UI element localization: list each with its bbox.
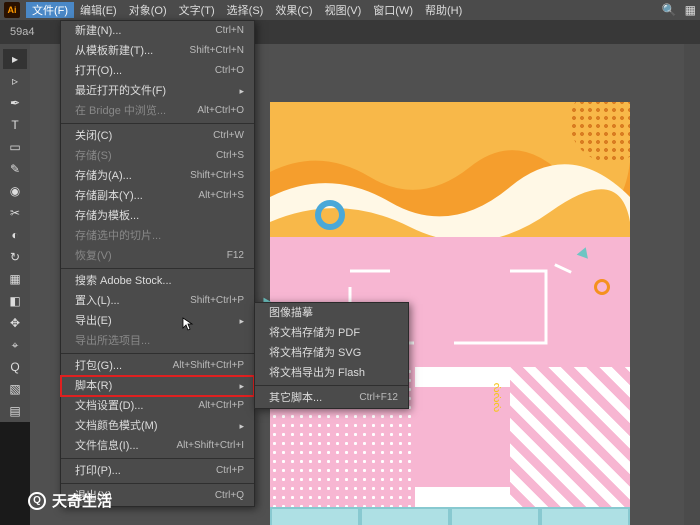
app-logo: Ai	[4, 2, 20, 18]
menu-item[interactable]: 文档颜色模式(M)▸	[61, 416, 254, 436]
tool-14[interactable]: Q	[3, 357, 27, 377]
menu-item[interactable]: 置入(L)...Shift+Ctrl+P	[61, 291, 254, 311]
menu-item[interactable]: 打开(O)...Ctrl+O	[61, 61, 254, 81]
menu-对象[interactable]: 对象(O)	[123, 2, 173, 18]
submenu-item[interactable]: 图像描摹	[255, 303, 408, 323]
tool-10[interactable]: ▦	[3, 269, 27, 289]
artwork-section-1	[270, 102, 630, 237]
menu-item[interactable]: 最近打开的文件(F)▸	[61, 81, 254, 101]
tool-15[interactable]: ▧	[3, 379, 27, 399]
line-shape	[554, 263, 572, 273]
tool-4[interactable]: ▭	[3, 137, 27, 157]
scripts-submenu: 图像描摹将文档存储为 PDF将文档存储为 SVG将文档导出为 Flash 其它脚本…	[254, 302, 409, 409]
menu-item: 存储选中的切片...	[61, 226, 254, 246]
menu-item[interactable]: 新建(N)...Ctrl+N	[61, 21, 254, 41]
tool-1[interactable]: ▹	[3, 71, 27, 91]
menu-item: 存储(S)Ctrl+S	[61, 146, 254, 166]
menubar: Ai 文件(F)编辑(E)对象(O)文字(T)选择(S)效果(C)视图(V)窗口…	[0, 0, 700, 20]
ring-shape	[315, 200, 345, 230]
right-panel-strip	[684, 44, 700, 525]
app-frame: Ai 文件(F)编辑(E)对象(O)文字(T)选择(S)效果(C)视图(V)窗口…	[0, 0, 700, 525]
tool-5[interactable]: ✎	[3, 159, 27, 179]
menu-item[interactable]: 关闭(C)Ctrl+W	[61, 126, 254, 146]
artwork-section-4	[270, 507, 630, 525]
tool-12[interactable]: ✥	[3, 313, 27, 333]
triangle-icon	[577, 245, 592, 259]
layout-icon[interactable]: ▦	[685, 3, 696, 17]
cursor-icon	[182, 317, 196, 336]
menu-item[interactable]: 存储副本(Y)...Alt+Ctrl+S	[61, 186, 254, 206]
watermark-text: 天奇生活	[52, 490, 112, 511]
tools-panel: ▸▹✒T▭✎◉✂◐↻▦◧✥⌖Q▧▤	[0, 44, 30, 422]
stripe-background	[510, 367, 630, 507]
zigzag-decoration: ᔔᔔᔔ	[491, 383, 504, 412]
menu-item[interactable]: 文档设置(D)...Alt+Ctrl+P	[61, 396, 254, 416]
tool-0[interactable]: ▸	[3, 49, 27, 69]
tool-2[interactable]: ✒	[3, 93, 27, 113]
tool-9[interactable]: ↻	[3, 247, 27, 267]
menu-item: 恢复(V)F12	[61, 246, 254, 266]
menu-item[interactable]: 从模板新建(T)...Shift+Ctrl+N	[61, 41, 254, 61]
menu-item[interactable]: 打印(P)...Ctrl+P	[61, 461, 254, 481]
watermark-icon: Q	[28, 492, 46, 510]
circle-icon	[594, 279, 610, 295]
chevron-right-icon: ▸	[239, 84, 244, 98]
menu-item[interactable]: 打包(G)...Alt+Shift+Ctrl+P	[61, 356, 254, 376]
chevron-right-icon: ▸	[239, 419, 244, 433]
tool-7[interactable]: ✂	[3, 203, 27, 223]
chevron-right-icon: ▸	[239, 314, 244, 328]
menu-效果[interactable]: 效果(C)	[269, 2, 318, 18]
menubar-right-icons: 🔍 ▦	[662, 3, 696, 17]
menu-文件[interactable]: 文件(F)	[26, 2, 74, 18]
tool-16[interactable]: ▤	[3, 401, 27, 421]
menu-item[interactable]: 搜索 Adobe Stock...	[61, 271, 254, 291]
menu-item[interactable]: 导出(E)▸	[61, 311, 254, 331]
tool-3[interactable]: T	[3, 115, 27, 135]
menu-item[interactable]: 存储为(A)...Shift+Ctrl+S	[61, 166, 254, 186]
tool-11[interactable]: ◧	[3, 291, 27, 311]
menu-编辑[interactable]: 编辑(E)	[74, 2, 123, 18]
submenu-item[interactable]: 将文档存储为 PDF	[255, 323, 408, 343]
menu-视图[interactable]: 视图(V)	[319, 2, 368, 18]
menu-item[interactable]: 脚本(R)▸	[61, 376, 254, 396]
menu-窗口[interactable]: 窗口(W)	[367, 2, 419, 18]
document-tab[interactable]: 59a4	[10, 26, 34, 38]
tool-13[interactable]: ⌖	[3, 335, 27, 355]
submenu-item[interactable]: 其它脚本...Ctrl+F12	[255, 388, 408, 408]
watermark: Q 天奇生活	[28, 490, 112, 511]
menu-帮助[interactable]: 帮助(H)	[419, 2, 468, 18]
menu-item: 导出所选项目...	[61, 331, 254, 351]
file-menu-dropdown: 新建(N)...Ctrl+N从模板新建(T)...Shift+Ctrl+N打开(…	[60, 20, 255, 507]
tool-6[interactable]: ◉	[3, 181, 27, 201]
menu-item[interactable]: 存储为模板...	[61, 206, 254, 226]
chevron-right-icon: ▸	[239, 379, 244, 393]
tool-8[interactable]: ◐	[3, 225, 27, 245]
submenu-item[interactable]: 将文档导出为 Flash	[255, 363, 408, 383]
menu-item[interactable]: 文件信息(I)...Alt+Shift+Ctrl+I	[61, 436, 254, 456]
search-icon[interactable]: 🔍	[662, 3, 677, 17]
menu-选择[interactable]: 选择(S)	[221, 2, 270, 18]
menu-item: 在 Bridge 中浏览...Alt+Ctrl+O	[61, 101, 254, 121]
submenu-item[interactable]: 将文档存储为 SVG	[255, 343, 408, 363]
menu-文字[interactable]: 文字(T)	[173, 2, 221, 18]
